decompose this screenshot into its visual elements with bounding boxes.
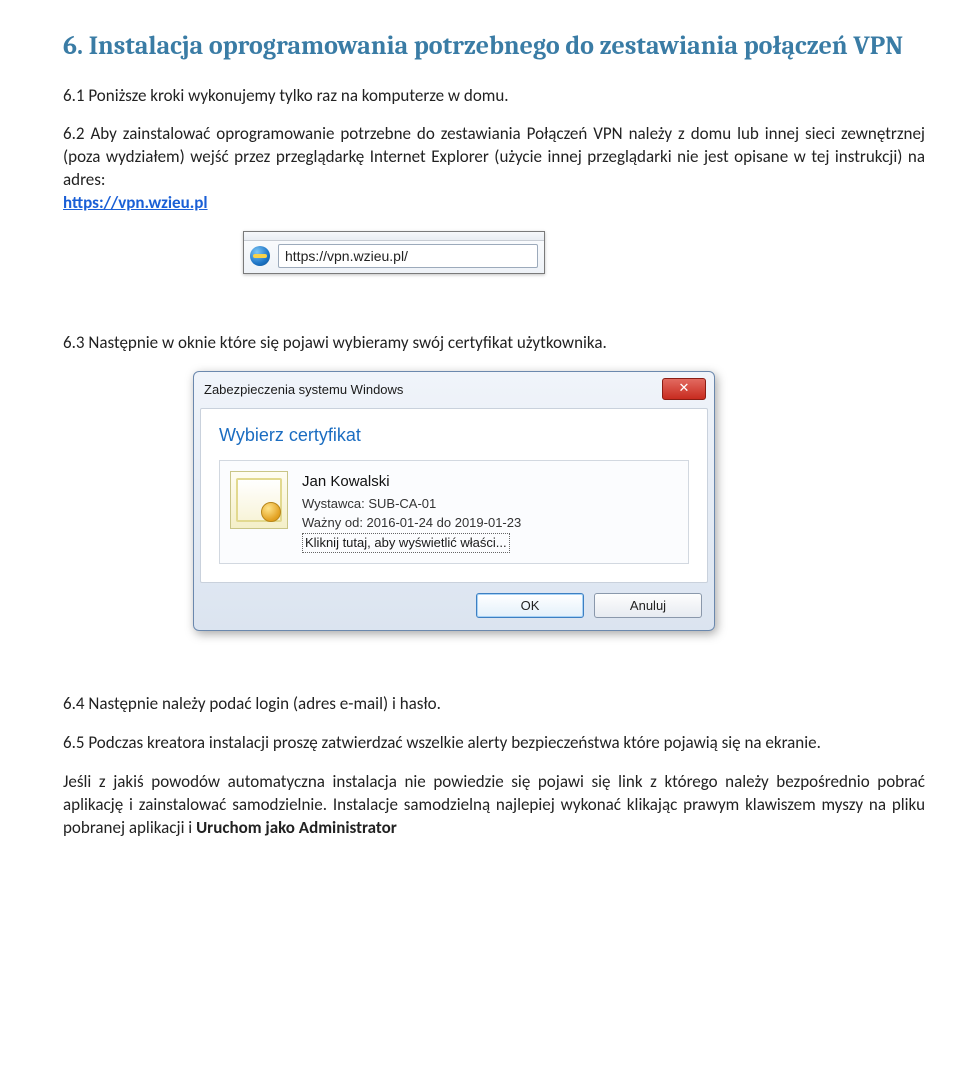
window-chrome-strip — [244, 232, 544, 241]
ok-label: OK — [521, 598, 540, 613]
address-field[interactable]: https://vpn.wzieu.pl/ — [278, 244, 538, 268]
step-6-5-b-text: Jeśli z jakiś powodów automatyczna insta… — [63, 771, 925, 838]
ok-button[interactable]: OK — [476, 593, 584, 618]
cert-details-text: Kliknij tutaj, aby wyświetlić właści... — [302, 533, 510, 554]
close-icon[interactable]: ✕ — [662, 378, 706, 400]
seal-icon — [261, 502, 281, 522]
cert-details-link[interactable]: Kliknij tutaj, aby wyświetlić właści... — [302, 533, 521, 554]
windows-security-dialog: Zabezpieczenia systemu Windows ✕ Wybierz… — [193, 371, 715, 631]
certificate-item[interactable]: Jan Kowalski Wystawca: SUB-CA-01 Ważny o… — [219, 460, 689, 564]
section-heading: 6. Instalacja oprogramowania potrzebnego… — [35, 30, 925, 63]
section-title-text: Instalacja oprogramowania potrzebnego do… — [89, 31, 903, 61]
step-6-2: 6.2 Aby zainstalować oprogramowanie potr… — [63, 123, 925, 215]
step-6-1: 6.1 Poniższe kroki wykonujemy tylko raz … — [63, 85, 925, 108]
dialog-title: Zabezpieczenia systemu Windows — [204, 382, 403, 397]
cancel-button[interactable]: Anuluj — [594, 593, 702, 618]
dialog-heading: Wybierz certyfikat — [219, 425, 689, 446]
step-6-2-text: 6.2 Aby zainstalować oprogramowanie potr… — [63, 123, 925, 190]
cert-issuer: Wystawca: SUB-CA-01 — [302, 495, 521, 514]
addressbar-screenshot: https://vpn.wzieu.pl/ — [243, 231, 545, 274]
step-6-5-a: 6.5 Podczas kreatora instalacji proszę z… — [63, 732, 925, 755]
certificate-icon — [230, 471, 288, 529]
section-number: 6. — [63, 31, 83, 61]
step-6-5-b: Jeśli z jakiś powodów automatyczna insta… — [63, 771, 925, 840]
close-glyph: ✕ — [679, 380, 690, 395]
cert-name: Jan Kowalski — [302, 471, 521, 493]
run-as-admin: Uruchom jako Administrator — [196, 817, 397, 838]
cancel-label: Anuluj — [630, 598, 666, 613]
vpn-link[interactable]: https://vpn.wzieu.pl — [63, 192, 208, 213]
step-6-4: 6.4 Następnie należy podać login (adres … — [63, 693, 925, 716]
ie-icon — [250, 246, 270, 266]
address-url: https://vpn.wzieu.pl/ — [285, 248, 408, 264]
cert-validity: Ważny od: 2016-01-24 do 2019-01-23 — [302, 514, 521, 533]
step-6-3: 6.3 Następnie w oknie które się pojawi w… — [63, 332, 925, 355]
